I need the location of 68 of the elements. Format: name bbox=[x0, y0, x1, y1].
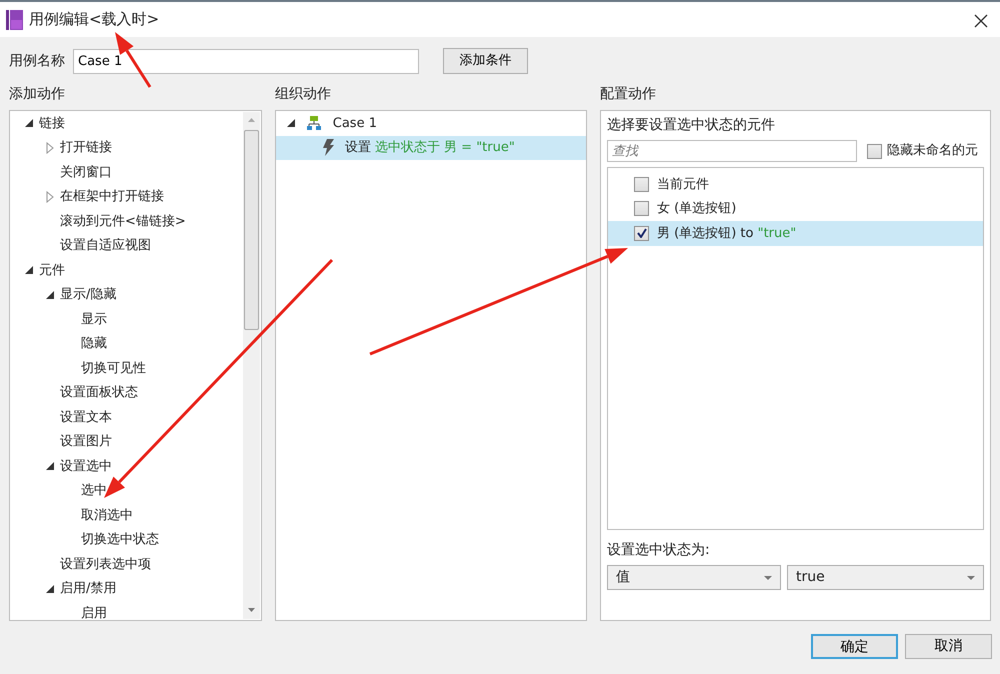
collapsed-triangle-icon[interactable] bbox=[46, 190, 54, 203]
window-title: 用例编辑<载入时> bbox=[29, 9, 160, 30]
widget-label: 男 (单选按钮) to "true" bbox=[657, 224, 796, 242]
tree-item[interactable]: 设置选中 bbox=[60, 456, 112, 476]
tree-item[interactable]: 选中 bbox=[81, 481, 107, 500]
tree-item[interactable]: 启用/禁用 bbox=[60, 579, 116, 598]
tree-item[interactable]: 设置图片 bbox=[60, 432, 112, 452]
expanded-triangle-icon[interactable] bbox=[24, 266, 32, 274]
dropdown-caret-icon bbox=[764, 576, 772, 580]
section-heading: 组织动作 bbox=[274, 85, 332, 104]
tree-item[interactable]: 设置文本 bbox=[60, 408, 112, 427]
checkbox[interactable] bbox=[634, 176, 649, 192]
scrollbar-thumb[interactable] bbox=[244, 130, 259, 330]
expanded-triangle-icon[interactable] bbox=[46, 584, 54, 593]
value-dropdown[interactable]: true bbox=[787, 565, 984, 590]
type-dropdown[interactable]: 值 bbox=[607, 565, 781, 590]
scroll-up-icon bbox=[248, 118, 255, 122]
tree-item[interactable]: 在框架中打开链接 bbox=[60, 187, 164, 206]
expanded-triangle-icon[interactable] bbox=[46, 290, 54, 299]
tree-item[interactable]: 元件 bbox=[39, 260, 65, 280]
check-icon bbox=[636, 228, 646, 238]
action-row[interactable]: 设置 选中状态于 男 = "true" bbox=[276, 136, 586, 160]
tree-item[interactable]: 设置面板状态 bbox=[60, 383, 138, 402]
tree-item[interactable]: 启用 bbox=[81, 604, 107, 620]
add-condition-button[interactable]: 添加条件 bbox=[443, 48, 528, 74]
collapsed-triangle-icon[interactable] bbox=[46, 142, 54, 154]
widget-row[interactable]: 当前元件 bbox=[608, 172, 983, 196]
tree-item[interactable]: 打开链接 bbox=[60, 138, 112, 158]
tree-item[interactable]: 滚动到元件<锚链接> bbox=[60, 212, 186, 231]
expanded-triangle-icon[interactable] bbox=[287, 119, 296, 128]
section-heading: 添加动作 bbox=[9, 85, 66, 104]
tree-item[interactable]: 显示/隐藏 bbox=[60, 285, 116, 304]
widget-row[interactable]: 女 (单选按钮) bbox=[608, 196, 983, 221]
tree-item[interactable]: 切换选中状态 bbox=[81, 530, 159, 550]
checkbox[interactable] bbox=[634, 201, 649, 216]
case-name[interactable]: Case 1 bbox=[332, 114, 377, 133]
app-logo-icon bbox=[6, 10, 23, 30]
dialog-button[interactable]: 确定 bbox=[811, 634, 898, 659]
flowchart-icon bbox=[306, 116, 321, 130]
tree-item[interactable]: 取消选中 bbox=[81, 506, 133, 525]
tree-item[interactable]: 链接 bbox=[39, 114, 65, 133]
search-field[interactable]: 查找 bbox=[607, 140, 857, 162]
hide-unnamed-checkbox[interactable]: 隐藏未命名的元 bbox=[867, 141, 978, 161]
tree-item[interactable]: 设置自适应视图 bbox=[60, 236, 151, 256]
dialog-button[interactable]: 取消 bbox=[905, 634, 992, 659]
section-heading: 配置动作 bbox=[600, 85, 657, 104]
set-state-label: 设置选中状态为: bbox=[607, 541, 711, 560]
lightning-icon bbox=[322, 139, 335, 156]
tree-item[interactable]: 隐藏 bbox=[81, 334, 107, 354]
close-icon bbox=[974, 14, 988, 28]
expanded-triangle-icon[interactable] bbox=[24, 119, 32, 128]
case-name-field[interactable]: Case 1 bbox=[73, 48, 419, 74]
tree-item[interactable]: 显示 bbox=[81, 310, 107, 329]
annotation-arrow bbox=[115, 32, 152, 88]
scroll-down-icon bbox=[248, 608, 255, 612]
widget-label: 女 (单选按钮) bbox=[657, 200, 736, 218]
tree-item[interactable]: 设置列表选中项 bbox=[60, 554, 151, 574]
expanded-triangle-icon[interactable] bbox=[46, 462, 54, 470]
dropdown-caret-icon bbox=[967, 576, 975, 580]
prompt-text: 选择要设置选中状态的元件 bbox=[607, 116, 776, 135]
action-text: 设置 选中状态于 男 = "true" bbox=[344, 139, 515, 157]
widget-row[interactable]: 男 (单选按钮) to "true" bbox=[608, 221, 983, 246]
widget-label: 当前元件 bbox=[657, 176, 709, 194]
tree-item[interactable]: 关闭窗口 bbox=[60, 162, 112, 182]
tree-item[interactable]: 切换可见性 bbox=[81, 358, 146, 378]
checkbox[interactable] bbox=[634, 226, 649, 241]
case-name-label: 用例名称 bbox=[9, 52, 65, 70]
scrollbar[interactable] bbox=[242, 112, 260, 619]
